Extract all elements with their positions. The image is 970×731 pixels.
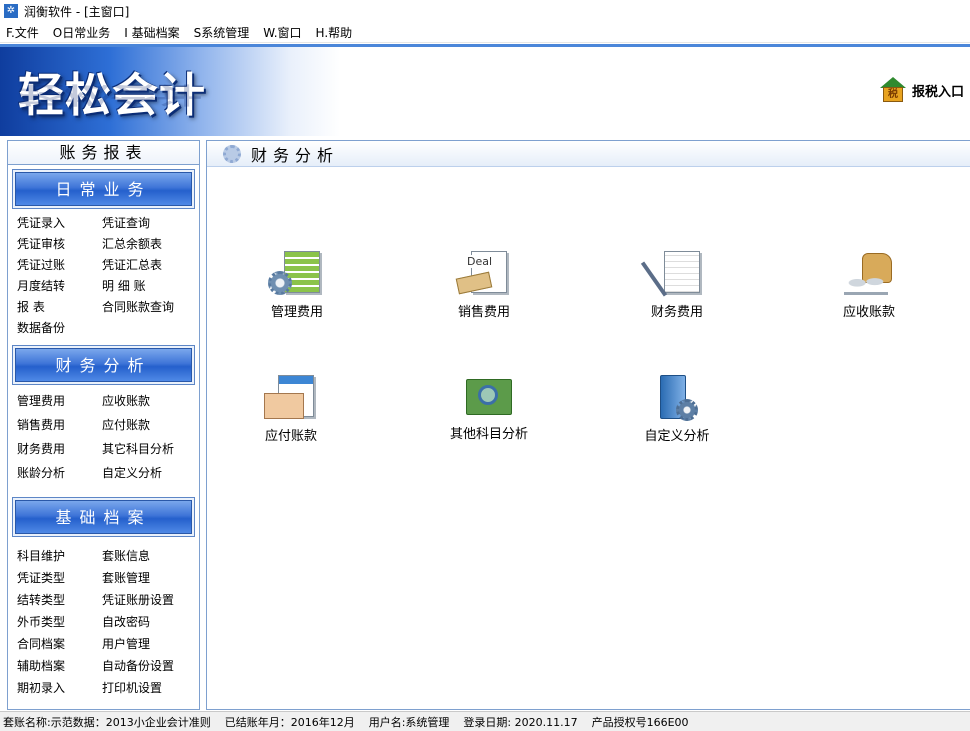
- sidebar-item-user-management[interactable]: 用户管理: [102, 633, 192, 655]
- status-account: 套账名称:示范数据：2013小企业会计准则: [3, 715, 211, 729]
- panel-header: 财务分析: [207, 141, 970, 167]
- sidebar-item-contract-query[interactable]: 合同账款查询: [102, 297, 192, 318]
- sidebar-item-voucher-entry[interactable]: 凭证录入: [17, 213, 102, 234]
- sidebar-item-management-expense[interactable]: 管理费用: [17, 389, 102, 413]
- app-logo-reflection: 轻松会计: [18, 81, 202, 109]
- tile-payables[interactable]: 应付账款: [231, 373, 351, 444]
- section-header-daily[interactable]: 日常业务: [15, 172, 192, 206]
- financial-expense-icon: [640, 249, 708, 299]
- sidebar-item-book-info[interactable]: 套账信息: [102, 545, 192, 567]
- tile-label: 其他科目分析: [449, 427, 528, 442]
- sidebar-item-currency-types[interactable]: 外币类型: [17, 611, 102, 633]
- tile-label: 自定义分析: [644, 429, 710, 444]
- sidebar-item-account-maintenance[interactable]: 科目维护: [17, 545, 102, 567]
- sidebar-item-voucher-types[interactable]: 凭证类型: [17, 567, 102, 589]
- sidebar-item-contract-records[interactable]: 合同档案: [17, 633, 102, 655]
- banner: 轻松会计 轻松会计 税 报税入口: [0, 44, 970, 136]
- section-header-analysis[interactable]: 财务分析: [15, 348, 192, 382]
- sidebar-item-ledger[interactable]: 明 细 账: [102, 276, 192, 297]
- sidebar-item-voucher-audit[interactable]: 凭证审核: [17, 234, 102, 255]
- sidebar-item-month-close[interactable]: 月度结转: [17, 276, 102, 297]
- basic-items: 科目维护 套账信息 凭证类型 套账管理 结转类型 凭证账册设置 外币类型 自改密…: [8, 537, 199, 701]
- panel-title: 财务分析: [251, 145, 340, 165]
- sidebar-item-balance-summary[interactable]: 汇总余额表: [102, 234, 192, 255]
- sidebar-item-change-password[interactable]: 自改密码: [102, 611, 192, 633]
- sidebar-item-voucher-query[interactable]: 凭证查询: [102, 213, 192, 234]
- sidebar: 账务报表 日常业务 凭证录入 凭证查询 凭证审核 汇总余额表 凭证过账 凭证汇总…: [7, 140, 200, 710]
- tile-label: 应收账款: [842, 305, 895, 320]
- menu-system-management[interactable]: S系统管理: [194, 24, 250, 41]
- tax-entry-label: 报税入口: [911, 84, 964, 100]
- tile-sales-expense[interactable]: Deal 销售费用: [424, 249, 544, 320]
- menu-daily-business[interactable]: O日常业务: [53, 24, 110, 41]
- window-title: 润衡软件 - [主窗口]: [24, 4, 130, 19]
- analysis-items: 管理费用 应收账款 销售费用 应付账款 财务费用 其它科目分析 账龄分析 自定义…: [8, 385, 199, 487]
- gear-icon: [223, 144, 241, 163]
- tax-house-icon: 税: [878, 77, 908, 103]
- receivables-icon: [838, 249, 900, 299]
- main-panel: 财务分析 管理费用 Deal 销售费用 财务费用 应收账款 应付账款 其他科目分…: [206, 140, 970, 710]
- sidebar-item-receivables[interactable]: 应收账款: [102, 389, 192, 413]
- sidebar-item-voucher-posting[interactable]: 凭证过账: [17, 255, 102, 276]
- sales-expense-icon: Deal: [453, 249, 515, 299]
- status-closed-month: 已结账年月：2016年12月: [224, 715, 355, 729]
- management-expense-icon: [266, 249, 328, 299]
- sidebar-item-other-accounts[interactable]: 其它科目分析: [102, 437, 192, 461]
- tile-label: 管理费用: [270, 305, 323, 320]
- menu-basic-records[interactable]: I 基础档案: [124, 24, 179, 41]
- sidebar-item-auxiliary-records[interactable]: 辅助档案: [17, 655, 102, 677]
- sidebar-item-custom-analysis[interactable]: 自定义分析: [102, 461, 192, 485]
- sidebar-item-financial-expense[interactable]: 财务费用: [17, 437, 102, 461]
- menu-help[interactable]: H.帮助: [316, 24, 353, 41]
- app-icon: ✲: [4, 4, 18, 18]
- tile-custom-analysis[interactable]: 自定义分析: [617, 373, 737, 444]
- sidebar-item-transfer-types[interactable]: 结转类型: [17, 589, 102, 611]
- sidebar-item-opening-entry[interactable]: 期初录入: [17, 677, 102, 699]
- status-user: 用户名:系统管理: [368, 715, 450, 729]
- sidebar-item-data-backup[interactable]: 数据备份: [17, 318, 102, 339]
- sidebar-item-auto-backup-settings[interactable]: 自动备份设置: [102, 655, 192, 677]
- menu-bar: F.文件 O日常业务 I 基础档案 S系统管理 W.窗口 H.帮助: [0, 22, 970, 43]
- sidebar-header: 账务报表: [8, 141, 199, 165]
- status-license: 产品授权号166E00: [591, 715, 689, 729]
- tax-entry-link[interactable]: 税 报税入口: [878, 77, 964, 103]
- menu-window[interactable]: W.窗口: [263, 24, 301, 41]
- tile-financial-expense[interactable]: 财务费用: [617, 249, 737, 320]
- daily-items: 凭证录入 凭证查询 凭证审核 汇总余额表 凭证过账 凭证汇总表 月度结转 明 细…: [8, 209, 199, 341]
- sidebar-item-reports[interactable]: 报 表: [17, 297, 102, 318]
- section-header-basic[interactable]: 基础档案: [15, 500, 192, 534]
- other-accounts-analysis-icon: [458, 371, 520, 421]
- tile-receivables[interactable]: 应收账款: [809, 249, 929, 320]
- status-bar: 套账名称:示范数据：2013小企业会计准则 已结账年月：2016年12月 用户名…: [0, 711, 970, 731]
- status-login-date: 登录日期: 2020.11.17: [463, 715, 578, 729]
- payables-icon: [260, 373, 322, 423]
- sidebar-section-basic: 基础档案: [12, 497, 195, 537]
- tile-label: 销售费用: [457, 305, 510, 320]
- tile-management-expense[interactable]: 管理费用: [237, 249, 357, 320]
- tile-label: 财务费用: [650, 305, 703, 320]
- sidebar-item-voucher-summary[interactable]: 凭证汇总表: [102, 255, 192, 276]
- sidebar-item-sales-expense[interactable]: 销售费用: [17, 413, 102, 437]
- custom-analysis-icon: [646, 373, 708, 423]
- sidebar-item-book-management[interactable]: 套账管理: [102, 567, 192, 589]
- menu-file[interactable]: F.文件: [6, 24, 39, 41]
- tile-other-accounts-analysis[interactable]: 其他科目分析: [429, 371, 549, 442]
- sidebar-item-aging-analysis[interactable]: 账龄分析: [17, 461, 102, 485]
- sidebar-item-payables[interactable]: 应付账款: [102, 413, 192, 437]
- sidebar-item-voucher-book-settings[interactable]: 凭证账册设置: [102, 589, 192, 611]
- sidebar-section-analysis: 财务分析: [12, 345, 195, 385]
- title-bar: ✲ 润衡软件 - [主窗口]: [0, 0, 970, 22]
- sidebar-section-daily: 日常业务: [12, 169, 195, 209]
- tile-label: 应付账款: [264, 429, 317, 444]
- sidebar-item-printer-settings[interactable]: 打印机设置: [102, 677, 192, 699]
